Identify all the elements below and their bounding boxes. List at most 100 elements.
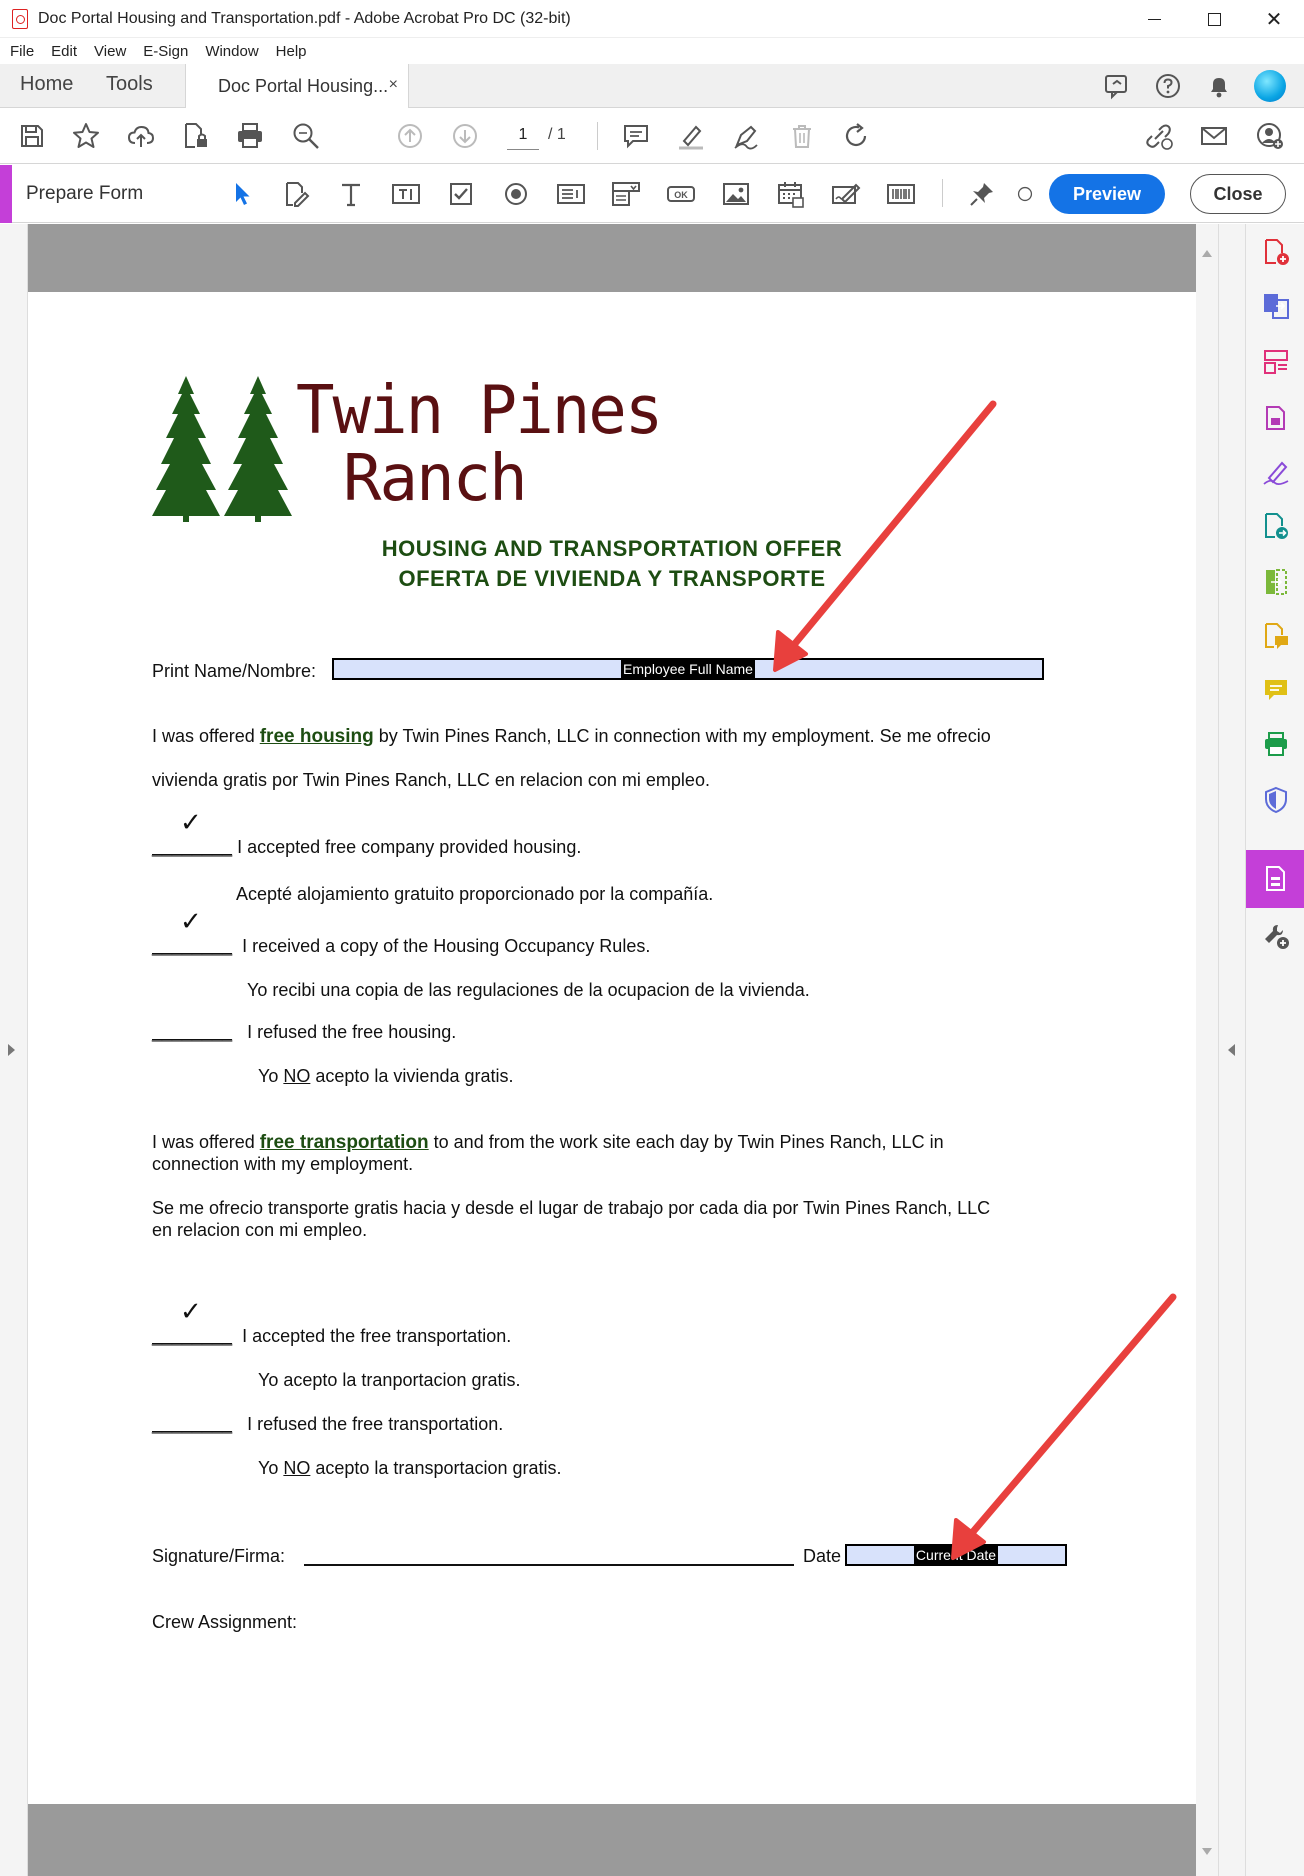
protect-tool[interactable] [1260,784,1292,816]
close-form-button[interactable]: Close [1190,174,1286,214]
accepted-housing-line: ________ I accepted free company provide… [152,837,581,858]
bookmark-button[interactable] [70,120,102,152]
menu-view[interactable]: View [94,43,126,60]
email-button[interactable] [1198,120,1230,152]
maximize-button[interactable] [1184,0,1244,38]
checkbox-tool[interactable] [445,178,477,210]
magnifier-icon [293,123,319,149]
account-button[interactable] [1254,70,1286,102]
trash-icon [793,125,811,148]
rules-received-line: ________ I received a copy of the Housin… [152,936,650,957]
current-date-field[interactable]: Current Date [845,1544,1067,1566]
comment-tool[interactable] [1260,620,1292,652]
logo-text-line1: Twin Pines [296,372,663,450]
rules-received-text: I received a copy of the Housing Occupan… [242,936,651,956]
delete-button[interactable] [786,120,818,152]
prepare-form-tool[interactable] [1260,863,1292,895]
save-button[interactable] [16,120,48,152]
edit-fields-tool[interactable] [280,178,312,210]
zoom-search-button[interactable] [290,120,322,152]
redo-button[interactable] [840,120,872,152]
more-tools-button[interactable] [1260,920,1292,952]
refused-transport-es: Yo NO acepto la transportacion gratis. [258,1458,562,1479]
tab-home[interactable]: Home [20,73,73,96]
compare-files-tool[interactable] [1260,566,1292,598]
edit-pdf-tool[interactable] [1260,402,1292,434]
tabs-bar: Home Tools Doc Portal Housing... × [0,64,1304,109]
tab-close-icon[interactable]: × [389,76,398,94]
fill-sign-tool[interactable] [1260,456,1292,488]
menu-edit[interactable]: Edit [51,43,77,60]
share-feedback-button[interactable] [1101,70,1133,102]
menu-esign[interactable]: E-Sign [143,43,188,60]
scroll-down-icon[interactable] [1202,1848,1212,1855]
list-box-tool[interactable] [555,178,587,210]
more-tools[interactable] [1016,178,1034,210]
toolbar-divider [597,122,598,150]
comment-button[interactable] [620,120,652,152]
ok-button-icon: OK [667,186,695,202]
text-field-tool[interactable] [390,178,422,210]
radio-icon [505,183,527,205]
notifications-button[interactable] [1203,70,1235,102]
left-panel-toggle[interactable] [0,224,28,1876]
next-page-button[interactable] [449,120,481,152]
edit-form-icon [286,182,310,207]
menu-file[interactable]: File [10,43,34,60]
date-tool[interactable] [775,178,807,210]
button-tool[interactable]: OK [665,178,697,210]
signature-field-tool[interactable] [830,178,862,210]
page-number-input[interactable]: 1 [507,124,539,150]
fountain-pen-icon [734,125,758,150]
print-production-tool[interactable] [1260,728,1292,760]
create-pdf-tool[interactable] [1260,236,1292,268]
minimize-button[interactable] [1124,0,1184,38]
formbar-divider [942,179,943,207]
organize-pages-tool[interactable] [1260,346,1292,378]
add-user-button[interactable] [1254,120,1286,152]
right-panel-toggle[interactable] [1218,224,1245,1876]
image-tool[interactable] [720,178,752,210]
share-link-button[interactable] [1143,120,1175,152]
image-icon [723,183,749,205]
preview-button[interactable]: Preview [1049,174,1165,214]
export-pdf-tool[interactable] [1260,290,1292,322]
refused-housing-line: ________ I refused the free housing. [152,1022,456,1043]
radio-button-tool[interactable] [500,178,532,210]
add-text-tool[interactable] [335,178,367,210]
checkbox-icon [450,183,472,205]
list-box-icon [557,184,585,204]
organize-pages-icon [1264,350,1288,374]
refused-housing-es-a: Yo [258,1066,284,1086]
signature-line[interactable] [304,1564,794,1566]
menu-help[interactable]: Help [276,43,307,60]
vertical-scrollbar[interactable] [1196,224,1218,1876]
employee-name-field[interactable]: Employee Full Name [332,658,1044,680]
scroll-up-icon[interactable] [1202,250,1212,257]
send-for-signature-tool[interactable] [1260,510,1292,542]
sign-button[interactable] [730,120,762,152]
protect-file-button[interactable] [180,120,212,152]
pin-icon [970,183,993,206]
close-window-button[interactable]: ✕ [1244,0,1304,38]
prepare-form-label: Prepare Form [26,183,144,204]
dropdown-tool[interactable] [610,178,642,210]
menu-window[interactable]: Window [205,43,258,60]
help-button[interactable] [1152,70,1184,102]
barcode-tool[interactable] [885,178,917,210]
pdf-file-icon [12,8,28,29]
tab-document[interactable]: Doc Portal Housing... × [185,64,409,109]
highlight-button[interactable] [675,120,707,152]
signature-field-icon [832,183,861,204]
upload-cloud-button[interactable] [125,120,157,152]
tab-tools[interactable]: Tools [106,73,153,96]
add-comment-tool[interactable] [1260,674,1292,706]
previous-page-button[interactable] [394,120,426,152]
refused-transport-es-a: Yo [258,1458,284,1478]
select-tool[interactable] [226,178,258,210]
comment-icon [624,125,648,149]
no-word: NO [283,1066,311,1086]
envelope-icon [1201,127,1227,145]
print-button[interactable] [234,120,266,152]
pin-tool[interactable] [966,178,998,210]
